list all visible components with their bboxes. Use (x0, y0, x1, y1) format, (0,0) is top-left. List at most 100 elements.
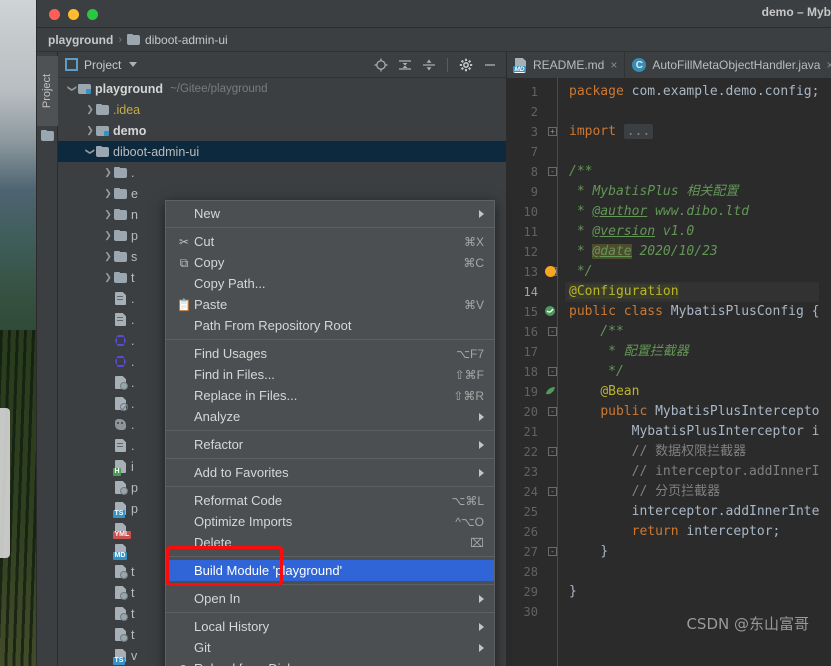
code-fold-column[interactable]: + - - - - - - - - (543, 78, 565, 666)
code-line[interactable]: interceptor.addInnerIntercept (565, 502, 819, 522)
code-line[interactable] (565, 102, 819, 122)
menu-item-delete[interactable]: Delete ⌧ (166, 532, 494, 553)
code-line[interactable]: } (565, 542, 819, 562)
gear-icon[interactable] (457, 56, 475, 74)
menu-item-copy[interactable]: ⧉ Copy ⌘C (166, 252, 494, 273)
code-line[interactable]: */ (565, 262, 819, 282)
window-controls[interactable] (49, 9, 98, 20)
code-fold-toggle[interactable]: + (548, 127, 557, 136)
editor-tabs[interactable]: MD README.md × C AutoFillMetaObjectHandler.j… (507, 52, 831, 78)
tree-expand-arrow[interactable] (102, 251, 114, 262)
bean-navigate-icon[interactable] (544, 385, 556, 397)
tree-row[interactable]: . (58, 162, 506, 183)
menu-item-paste[interactable]: 📋 Paste ⌘V (166, 294, 494, 315)
code-fold-toggle[interactable]: - (548, 447, 557, 456)
zoom-window-button[interactable] (87, 9, 98, 20)
code-line[interactable]: */ (565, 362, 819, 382)
menu-item-reformat-code[interactable]: Reformat Code ⌥⌘L (166, 490, 494, 511)
code-line[interactable] (565, 562, 819, 582)
menu-item-cut[interactable]: ✂ Cut ⌘X (166, 231, 494, 252)
tree-row[interactable]: diboot-admin-ui (58, 141, 506, 162)
tree-expand-arrow[interactable] (102, 167, 114, 178)
code-line[interactable]: * MybatisPlus 相关配置 (565, 182, 819, 202)
tree-row[interactable]: .idea (58, 99, 506, 120)
intention-bulb-icon[interactable] (545, 266, 556, 277)
code-fold-toggle[interactable]: - (548, 327, 557, 336)
menu-item-open-in[interactable]: Open In (166, 588, 494, 609)
menu-item-reload-from-disk[interactable]: ⟳Reload from Disk (166, 658, 494, 666)
context-menu[interactable]: New ✂ Cut ⌘X ⧉ Copy ⌘C Copy Path... 📋 Paste ⌘V Path… (165, 200, 495, 666)
code-fold-toggle[interactable]: - (548, 487, 557, 496)
editor-tab[interactable]: C AutoFillMetaObjectHandler.java × (625, 52, 831, 78)
tool-button-project[interactable]: Project (37, 56, 58, 126)
menu-item-copy-path[interactable]: Copy Path... (166, 273, 494, 294)
tree-row[interactable]: demo (58, 120, 506, 141)
line-number: 23 (523, 465, 538, 479)
menu-item-find-usages[interactable]: Find Usages ⌥F7 (166, 343, 494, 364)
code-fold-toggle[interactable]: - (548, 407, 557, 416)
code-line[interactable]: * @author www.dibo.ltd (565, 202, 819, 222)
code-line[interactable]: public MybatisPlusInterceptor myb (565, 402, 819, 422)
code-line[interactable]: // interceptor.addInnerInterc (565, 462, 819, 482)
code-line[interactable]: @Configuration (565, 282, 819, 302)
tree-expand-arrow[interactable] (102, 188, 114, 199)
close-tab-icon[interactable]: × (610, 58, 617, 72)
breadcrumb-item-playground[interactable]: playground (48, 33, 113, 47)
tree-expand-arrow[interactable] (102, 209, 114, 220)
editor-scrollbar[interactable] (819, 78, 831, 666)
menu-item-optimize-imports[interactable]: Optimize Imports ^⌥O (166, 511, 494, 532)
code-line[interactable]: /** (565, 322, 819, 342)
code-line[interactable]: * @version v1.0 (565, 222, 819, 242)
code-line[interactable]: return interceptor; (565, 522, 819, 542)
tree-item-label: . (131, 291, 135, 306)
tree-expand-arrow[interactable] (66, 83, 78, 94)
submenu-arrow-icon (479, 440, 484, 449)
code-line[interactable]: } (565, 582, 819, 602)
collapse-all-icon[interactable] (420, 56, 438, 74)
code-fold-toggle[interactable]: - (548, 547, 557, 556)
menu-item-build-module-playground[interactable]: Build Module 'playground' (166, 560, 494, 581)
minimize-icon[interactable] (481, 56, 499, 74)
menu-item-replace-in-files[interactable]: Replace in Files... ⇧⌘R (166, 385, 494, 406)
menu-item-add-to-favorites[interactable]: Add to Favorites (166, 462, 494, 483)
code-fold-toggle[interactable]: - (548, 367, 557, 376)
code-line[interactable]: MybatisPlusInterceptor interc (565, 422, 819, 442)
code-line[interactable] (565, 142, 819, 162)
tree-expand-arrow[interactable] (84, 146, 96, 157)
code-fold-toggle[interactable]: - (548, 167, 557, 176)
line-number: 2 (530, 105, 538, 119)
menu-item-analyze[interactable]: Analyze (166, 406, 494, 427)
code-line[interactable]: * @date 2020/10/23 (565, 242, 819, 262)
locate-target-icon[interactable] (372, 56, 390, 74)
menu-item-path-from-repository-root[interactable]: Path From Repository Root (166, 315, 494, 336)
chevron-down-icon[interactable] (129, 62, 138, 67)
code-line[interactable]: * 配置拦截器 (565, 342, 819, 362)
spring-bean-icon[interactable] (544, 305, 556, 317)
code-line[interactable]: // 数据权限拦截器 (565, 442, 819, 462)
close-tab-icon[interactable]: × (826, 58, 831, 72)
code-line[interactable]: // 分页拦截器 (565, 482, 819, 502)
menu-item-git[interactable]: Git (166, 637, 494, 658)
menu-item-new[interactable]: New (166, 203, 494, 224)
code-line[interactable]: package com.example.demo.config; (565, 82, 819, 102)
breadcrumb-item-diboot-admin-ui[interactable]: diboot-admin-ui (145, 33, 228, 47)
editor-code-area[interactable]: 1 2 3 7 8 9 10 11 12 13 14 15 16 17 18 19 20 21 22 23 24 25 26… (507, 78, 831, 666)
editor-tab[interactable]: MD README.md × (507, 52, 626, 78)
tree-row[interactable]: playground ~/Gitee/playground (58, 78, 506, 99)
expand-all-icon[interactable] (396, 56, 414, 74)
menu-item-local-history[interactable]: Local History (166, 616, 494, 637)
tree-expand-arrow[interactable] (102, 230, 114, 241)
tree-expand-arrow[interactable] (84, 104, 96, 115)
close-window-button[interactable] (49, 9, 60, 20)
code-line[interactable]: @Bean (565, 382, 819, 402)
tree-expand-arrow[interactable] (84, 125, 96, 136)
minimize-window-button[interactable] (68, 9, 79, 20)
code-line[interactable]: /** (565, 162, 819, 182)
menu-item-find-in-files[interactable]: Find in Files... ⇧⌘F (166, 364, 494, 385)
tree-expand-arrow[interactable] (102, 272, 114, 283)
file-web-icon (114, 585, 128, 600)
code-line[interactable]: public class MybatisPlusConfig { (565, 302, 819, 322)
code-text[interactable]: package com.example.demo.config; import .… (565, 78, 819, 666)
menu-item-refactor[interactable]: Refactor (166, 434, 494, 455)
code-line[interactable]: import ... (565, 122, 819, 142)
